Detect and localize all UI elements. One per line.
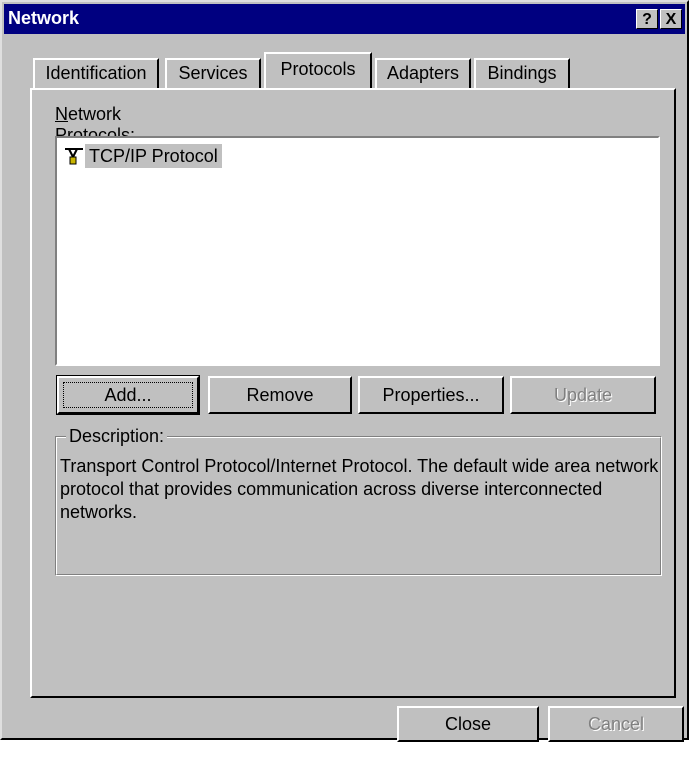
help-button[interactable]: ? (636, 9, 658, 29)
title-bar[interactable]: Network ? X (4, 4, 685, 34)
protocols-listbox[interactable]: TCP/IP Protocol (55, 136, 660, 366)
protocol-label: TCP/IP Protocol (85, 144, 222, 168)
tab-identification[interactable]: Identification (33, 58, 159, 88)
properties-button[interactable]: Properties... (358, 376, 504, 414)
list-item[interactable]: TCP/IP Protocol (63, 144, 222, 168)
tab-services[interactable]: Services (165, 58, 261, 88)
add-button[interactable]: Add... (56, 375, 200, 415)
focus-ring (63, 382, 193, 408)
tab-adapters[interactable]: Adapters (375, 58, 471, 88)
description-legend: Description: (66, 426, 168, 447)
remove-button[interactable]: Remove (208, 376, 352, 414)
close-window-button[interactable]: X (660, 9, 682, 29)
window-title: Network (8, 8, 80, 28)
tab-protocols[interactable]: Protocols (264, 52, 372, 88)
tab-bindings[interactable]: Bindings (474, 58, 570, 88)
network-protocol-icon (65, 148, 83, 165)
cancel-button[interactable]: Cancel (548, 706, 684, 742)
update-button[interactable]: Update (510, 376, 656, 414)
description-text: Transport Control Protocol/Internet Prot… (60, 456, 659, 522)
close-button[interactable]: Close (397, 706, 539, 742)
